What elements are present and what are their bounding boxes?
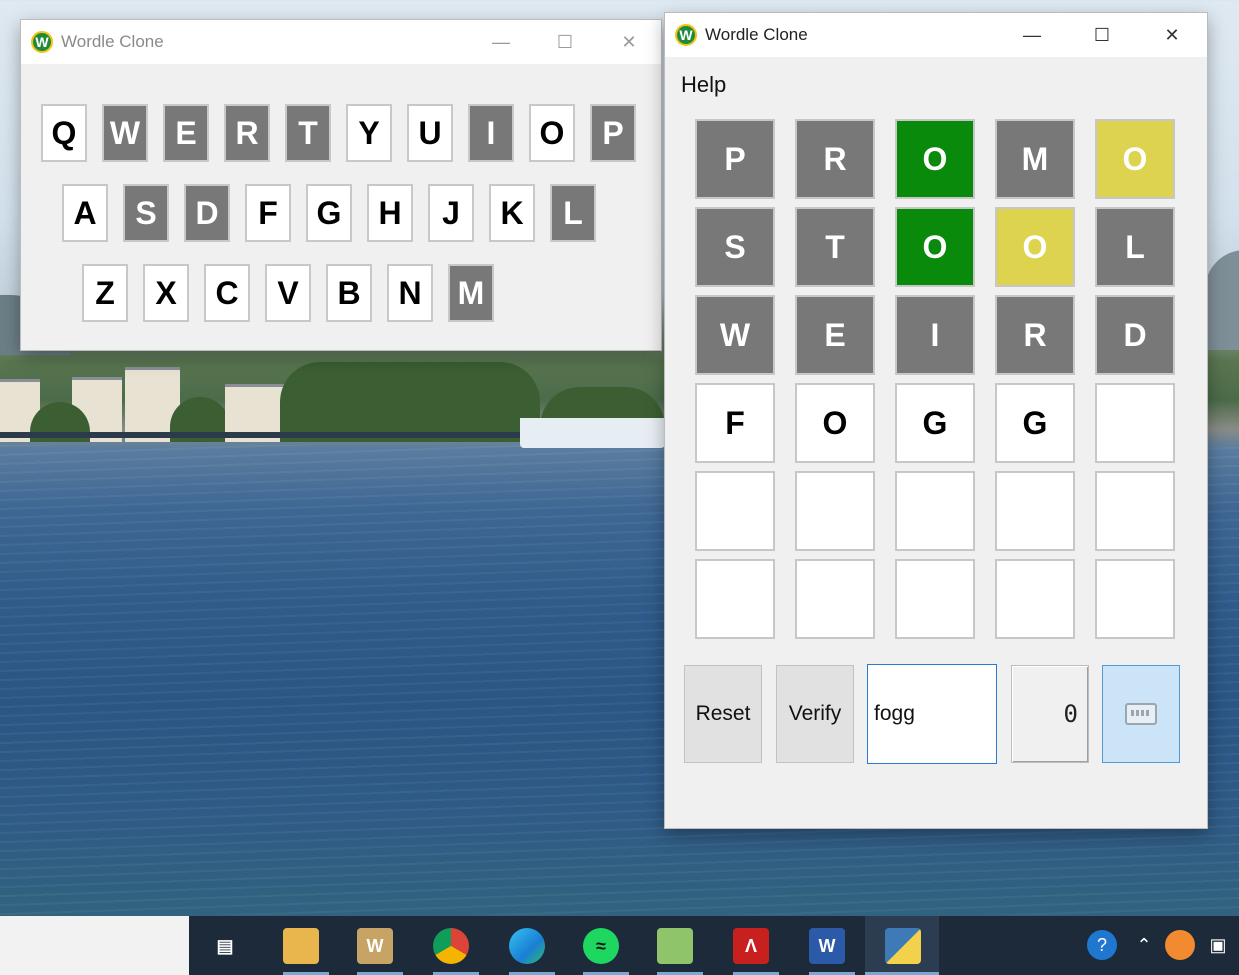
board-tile	[795, 471, 875, 551]
key-g[interactable]: G	[306, 184, 352, 242]
menu-bar: Help	[665, 57, 1207, 113]
board-tile: O	[1095, 119, 1175, 199]
key-d[interactable]: D	[184, 184, 230, 242]
key-a[interactable]: A	[62, 184, 108, 242]
background-ferry	[520, 418, 665, 448]
edge-icon[interactable]	[509, 928, 545, 964]
board-tile: O	[995, 207, 1075, 287]
board-tile	[995, 559, 1075, 639]
key-t[interactable]: T	[285, 104, 331, 162]
keyboard-icon	[1125, 703, 1157, 725]
board-tile: T	[795, 207, 875, 287]
board-tile: W	[695, 295, 775, 375]
board-tile: G	[895, 383, 975, 463]
board-tile: O	[895, 207, 975, 287]
game-window: W Wordle Clone — ☐ ✕ Help PROMOSTOOLWEIR…	[665, 13, 1207, 828]
key-y[interactable]: Y	[346, 104, 392, 162]
acrobat-icon[interactable]: Λ	[733, 928, 769, 964]
menu-help[interactable]: Help	[681, 72, 726, 98]
key-s[interactable]: S	[123, 184, 169, 242]
file-explorer-icon[interactable]	[283, 928, 319, 964]
background-mountain	[1205, 250, 1239, 350]
key-r[interactable]: R	[224, 104, 270, 162]
key-v[interactable]: V	[265, 264, 311, 322]
minimize-icon[interactable]: —	[469, 20, 533, 64]
keyboard-window-titlebar[interactable]: W Wordle Clone — ☐ ✕	[21, 20, 661, 64]
word-icon[interactable]: W	[809, 928, 845, 964]
notepad-plus-icon[interactable]	[657, 928, 693, 964]
keyboard-toggle-button[interactable]	[1102, 665, 1180, 763]
board-tile: O	[795, 383, 875, 463]
wordle-app-icon: W	[675, 24, 697, 46]
keyboard-window: W Wordle Clone — ☐ ✕ QWERTYUIOP ASDFGHJK…	[21, 20, 661, 350]
close-icon[interactable]: ✕	[597, 20, 661, 64]
board-tile	[1095, 383, 1175, 463]
key-u[interactable]: U	[407, 104, 453, 162]
window-title: Wordle Clone	[61, 32, 164, 51]
guess-input[interactable]	[867, 664, 997, 764]
word-legacy-icon[interactable]: W	[357, 928, 393, 964]
board-tile	[895, 471, 975, 551]
board-tile	[795, 559, 875, 639]
keyboard-row-3: ZXCVBNM	[82, 264, 509, 322]
board-tile	[1095, 471, 1175, 551]
reset-button[interactable]: Reset	[684, 665, 762, 763]
board-tile: F	[695, 383, 775, 463]
board-tile: L	[1095, 207, 1175, 287]
board-tile: O	[895, 119, 975, 199]
key-p[interactable]: P	[590, 104, 636, 162]
keyboard-row-1: QWERTYUIOP	[41, 104, 651, 162]
window-title: Wordle Clone	[705, 25, 808, 44]
spotify-icon[interactable]: ≈	[583, 928, 619, 964]
key-o[interactable]: O	[529, 104, 575, 162]
board-tile	[695, 471, 775, 551]
close-icon[interactable]: ✕	[1137, 13, 1207, 57]
minimize-icon[interactable]: —	[997, 13, 1067, 57]
board-tile: R	[795, 119, 875, 199]
taskbar: ▤ W ≈ Λ W ? ⌃ ▣	[189, 916, 1239, 975]
board-tile	[995, 471, 1075, 551]
board-tile: D	[1095, 295, 1175, 375]
key-i[interactable]: I	[468, 104, 514, 162]
key-l[interactable]: L	[550, 184, 596, 242]
board-tile	[895, 559, 975, 639]
key-w[interactable]: W	[102, 104, 148, 162]
meet-now-icon[interactable]: ▣	[1203, 930, 1233, 960]
chevron-up-icon[interactable]: ⌃	[1129, 930, 1159, 960]
board-tile: M	[995, 119, 1075, 199]
board-tile: R	[995, 295, 1075, 375]
key-z[interactable]: Z	[82, 264, 128, 322]
key-k[interactable]: K	[489, 184, 535, 242]
maximize-icon[interactable]: ☐	[533, 20, 597, 64]
key-h[interactable]: H	[367, 184, 413, 242]
game-window-titlebar[interactable]: W Wordle Clone — ☐ ✕	[665, 13, 1207, 57]
key-f[interactable]: F	[245, 184, 291, 242]
task-view-icon[interactable]: ▤	[207, 928, 243, 964]
key-n[interactable]: N	[387, 264, 433, 322]
board-tile: G	[995, 383, 1075, 463]
maximize-icon[interactable]: ☐	[1067, 13, 1137, 57]
board-tile: S	[695, 207, 775, 287]
verify-button[interactable]: Verify	[776, 665, 854, 763]
key-q[interactable]: Q	[41, 104, 87, 162]
taskbar-search-box[interactable]	[0, 916, 189, 975]
guess-counter: 0	[1011, 665, 1089, 763]
chrome-icon[interactable]	[433, 928, 469, 964]
board-tile: I	[895, 295, 975, 375]
weather-icon[interactable]	[1165, 930, 1195, 960]
key-b[interactable]: B	[326, 264, 372, 322]
key-m[interactable]: M	[448, 264, 494, 322]
keyboard-row-2: ASDFGHJKL	[62, 184, 611, 242]
key-j[interactable]: J	[428, 184, 474, 242]
python-icon[interactable]	[885, 928, 921, 964]
key-c[interactable]: C	[204, 264, 250, 322]
key-x[interactable]: X	[143, 264, 189, 322]
board-tile	[695, 559, 775, 639]
board-tile	[1095, 559, 1175, 639]
key-e[interactable]: E	[163, 104, 209, 162]
board-tile: P	[695, 119, 775, 199]
wordle-app-icon: W	[31, 31, 53, 53]
help-icon[interactable]: ?	[1087, 930, 1117, 960]
board-tile: E	[795, 295, 875, 375]
